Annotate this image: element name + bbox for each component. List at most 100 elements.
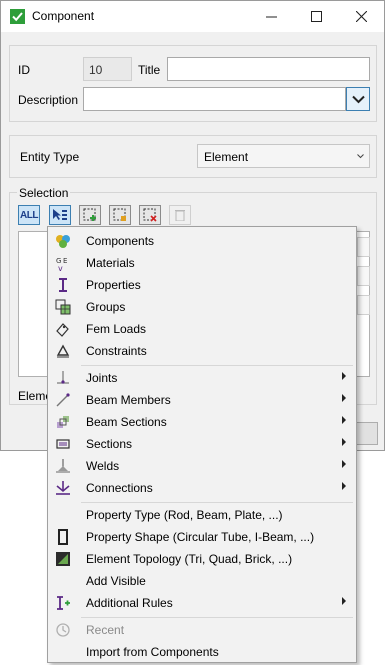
menu-item-beam-members[interactable]: Beam Members: [49, 389, 355, 411]
chevron-down-icon: [357, 154, 364, 159]
entity-type-value: Element: [204, 150, 249, 164]
materials-icon: G Ev: [56, 257, 67, 271]
id-label: ID: [18, 63, 30, 77]
menu-item-label: Element Topology (Tri, Quad, Brick, ...): [86, 552, 293, 566]
cursor-tree-icon: [53, 209, 67, 220]
submenu-arrow-icon: [342, 438, 346, 446]
menu-item-properties[interactable]: Properties: [49, 274, 355, 296]
menu-item-fem-loads[interactable]: Fem Loads: [49, 318, 355, 340]
chevron-down-icon: [351, 95, 365, 103]
sections-icon: [56, 439, 70, 449]
maximize-button[interactable]: [294, 1, 339, 32]
minimize-button[interactable]: [249, 1, 294, 32]
menu-item-label: Recent: [86, 623, 125, 637]
side-button-2[interactable]: [357, 266, 370, 286]
menu-item-import-from-components[interactable]: Import from Components: [49, 641, 355, 663]
menu-item-label: Properties: [86, 278, 141, 292]
all-button-label: ALL: [20, 209, 38, 221]
submenu-arrow-icon: [342, 394, 346, 402]
title-bar: Component: [1, 1, 384, 32]
submenu-arrow-icon: [342, 597, 346, 605]
menu-item-welds[interactable]: Welds: [49, 455, 355, 477]
constraints-icon: [56, 344, 70, 358]
menu-item-materials[interactable]: GEv Materials: [49, 252, 355, 274]
window-title: Component: [32, 9, 95, 23]
close-icon: [356, 11, 367, 22]
id-field: 10: [83, 57, 132, 81]
side-button-3[interactable]: [357, 295, 370, 315]
add-selection-icon: [83, 208, 96, 221]
menu-item-label: Property Type (Rod, Beam, Plate, ...): [86, 508, 283, 522]
maximize-icon: [311, 11, 322, 22]
menu-item-label: Constraints: [86, 344, 147, 358]
menu-item-label: Add Visible: [86, 574, 146, 588]
element-topology-icon: [56, 552, 70, 566]
welds-icon: [56, 459, 70, 473]
groups-icon: [55, 299, 71, 315]
menu-item-beam-sections[interactable]: Beam Sections: [49, 411, 355, 433]
menu-item-label: Import from Components: [86, 645, 219, 659]
remove-selection-button[interactable]: [139, 205, 161, 225]
properties-icon: [59, 278, 67, 292]
menu-separator: [81, 365, 353, 366]
box-selection-button[interactable]: [109, 205, 131, 225]
submenu-arrow-icon: [342, 460, 346, 468]
menu-item-sections[interactable]: Sections: [49, 433, 355, 455]
menu-separator: [81, 617, 353, 618]
menu-item-label: Components: [86, 234, 155, 248]
selection-label: Selection: [17, 186, 71, 200]
beam-sections-icon: [57, 416, 69, 428]
svg-text:v: v: [58, 264, 63, 271]
submenu-arrow-icon: [342, 372, 346, 380]
menu-item-label: Welds: [86, 459, 120, 473]
components-icon: [56, 235, 70, 248]
menu-item-property-shape[interactable]: Property Shape (Circular Tube, I-Beam, .…: [49, 526, 355, 548]
description-label: Description: [18, 93, 79, 107]
box-selection-icon: [113, 208, 126, 221]
side-button-1[interactable]: [357, 237, 370, 257]
description-input[interactable]: [83, 87, 346, 111]
menu-item-label: Beam Sections: [86, 415, 167, 429]
svg-text:E: E: [63, 257, 67, 265]
title-input[interactable]: [167, 57, 370, 81]
close-button[interactable]: [339, 1, 384, 32]
selection-context-menu: Components GEv Materials Properties Grou…: [47, 226, 357, 663]
menu-item-additional-rules[interactable]: Additional Rules: [49, 592, 355, 614]
property-shape-icon: [58, 529, 68, 545]
entity-type-label: Entity Type: [20, 150, 80, 164]
menu-item-label: Groups: [86, 300, 126, 314]
menu-item-label: Fem Loads: [86, 322, 147, 336]
minimize-icon: [266, 16, 277, 18]
menu-item-groups[interactable]: Groups: [49, 296, 355, 318]
remove-selection-icon: [143, 208, 157, 222]
select-all-button[interactable]: ALL: [18, 205, 40, 225]
menu-item-constraints[interactable]: Constraints: [49, 340, 355, 362]
menu-item-joints[interactable]: Joints: [49, 367, 355, 389]
menu-separator: [81, 502, 353, 503]
entity-type-select[interactable]: Element: [197, 144, 370, 168]
trash-icon: [175, 210, 185, 221]
add-selection-button[interactable]: [79, 205, 101, 225]
menu-item-label: Joints: [86, 371, 118, 385]
menu-item-label: Materials: [86, 256, 135, 270]
menu-item-add-visible[interactable]: Add Visible: [49, 570, 355, 592]
additional-rules-icon: [57, 596, 70, 610]
fem-loads-icon: [56, 323, 69, 337]
delete-button[interactable]: [169, 205, 191, 225]
menu-item-components[interactable]: Components: [49, 230, 355, 252]
menu-item-connections[interactable]: Connections: [49, 477, 355, 499]
submenu-arrow-icon: [342, 482, 346, 490]
menu-item-element-topology[interactable]: Element Topology (Tri, Quad, Brick, ...): [49, 548, 355, 570]
select-tree-button[interactable]: [49, 205, 71, 225]
menu-item-label: Connections: [86, 481, 153, 495]
recent-icon: [56, 623, 70, 637]
description-dropdown-button[interactable]: [346, 87, 370, 111]
menu-item-label: Sections: [86, 437, 133, 451]
menu-item-recent: Recent: [49, 619, 355, 641]
menu-item-label: Property Shape (Circular Tube, I-Beam, .…: [86, 530, 315, 544]
beam-members-icon: [56, 393, 70, 407]
submenu-arrow-icon: [342, 416, 346, 424]
menu-item-label: Beam Members: [86, 393, 171, 407]
menu-item-property-type[interactable]: Property Type (Rod, Beam, Plate, ...): [49, 504, 355, 526]
menu-item-label: Additional Rules: [86, 596, 173, 610]
